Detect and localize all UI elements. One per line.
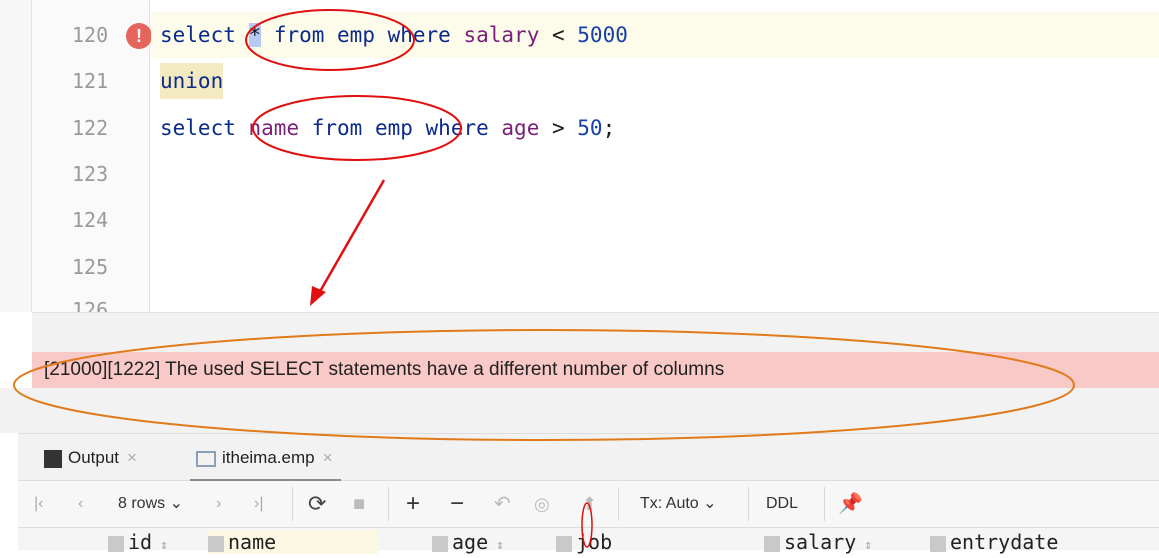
code-line-121: union: [151, 58, 1159, 104]
table-icon: [196, 450, 216, 467]
preview-icon[interactable]: ◎: [534, 481, 550, 527]
ddl-button[interactable]: DDL: [766, 481, 798, 527]
tab-output[interactable]: Output ×: [44, 434, 137, 482]
line-number: 120: [72, 23, 109, 47]
column-icon: [764, 535, 780, 552]
submit-icon[interactable]: ⬆: [582, 481, 597, 527]
add-row-icon[interactable]: +: [406, 481, 420, 527]
next-page-icon[interactable]: ›: [216, 481, 221, 527]
column-header-entrydate[interactable]: entrydate: [930, 530, 1058, 554]
delete-row-icon[interactable]: −: [450, 481, 464, 527]
column-header-id[interactable]: id ⇕: [108, 530, 168, 558]
line-number: 121: [72, 69, 109, 93]
left-gutter: [0, 0, 32, 312]
first-page-icon[interactable]: |‹: [34, 481, 43, 527]
error-icon[interactable]: !: [126, 23, 152, 49]
sql-editor[interactable]: select * from emp where salary < 5000 un…: [151, 0, 1159, 312]
code-line-120: select * from emp where salary < 5000: [151, 12, 1159, 58]
line-number: 125: [72, 255, 109, 279]
column-icon: [556, 535, 572, 552]
stop-icon[interactable]: ■: [353, 481, 365, 527]
error-message: [21000][1222] The used SELECT statements…: [32, 352, 1159, 388]
column-header-age[interactable]: age ⇕: [432, 530, 504, 558]
pin-icon[interactable]: 📌: [838, 481, 863, 527]
line-numbers: 120 ! 121 122 123 124 125 126: [32, 0, 152, 312]
line-number: 126: [72, 298, 109, 312]
close-icon[interactable]: ×: [323, 448, 333, 467]
column-headers: id ⇕ name age ⇕ job salary ⇕ entrydate: [18, 527, 1159, 554]
panel-gap: [0, 388, 1159, 433]
code-line-122: select name from emp where age > 50;: [160, 116, 616, 140]
results-toolbar: |‹ ‹ 8 rows ⌄ › ›| ⟳ ■ + − ↶ ◎ ⬆ Tx: Aut…: [18, 481, 1159, 527]
column-icon: [432, 535, 448, 552]
editor-status-band: [32, 312, 1159, 352]
close-icon[interactable]: ×: [127, 448, 137, 467]
column-header-salary[interactable]: salary ⇕: [764, 530, 872, 558]
key-column-icon: [108, 535, 124, 552]
refresh-icon[interactable]: ⟳: [308, 481, 326, 527]
rows-dropdown[interactable]: 8 rows ⌄: [118, 481, 183, 527]
line-number: 123: [72, 162, 109, 186]
last-page-icon[interactable]: ›|: [254, 481, 263, 527]
column-header-job[interactable]: job: [556, 530, 612, 554]
line-number: 122: [72, 116, 109, 140]
revert-icon[interactable]: ↶: [494, 481, 511, 527]
column-header-name[interactable]: name: [208, 530, 378, 554]
tx-mode-dropdown[interactable]: Tx: Auto ⌄: [640, 481, 717, 527]
results-tabs: Output × itheima.emp ×: [18, 433, 1159, 482]
column-icon: [208, 535, 224, 552]
prev-page-icon[interactable]: ‹: [78, 481, 83, 527]
console-icon: [44, 449, 62, 468]
column-icon: [930, 535, 946, 552]
tab-itheima-emp[interactable]: itheima.emp ×: [190, 434, 341, 482]
line-number: 124: [72, 208, 109, 232]
